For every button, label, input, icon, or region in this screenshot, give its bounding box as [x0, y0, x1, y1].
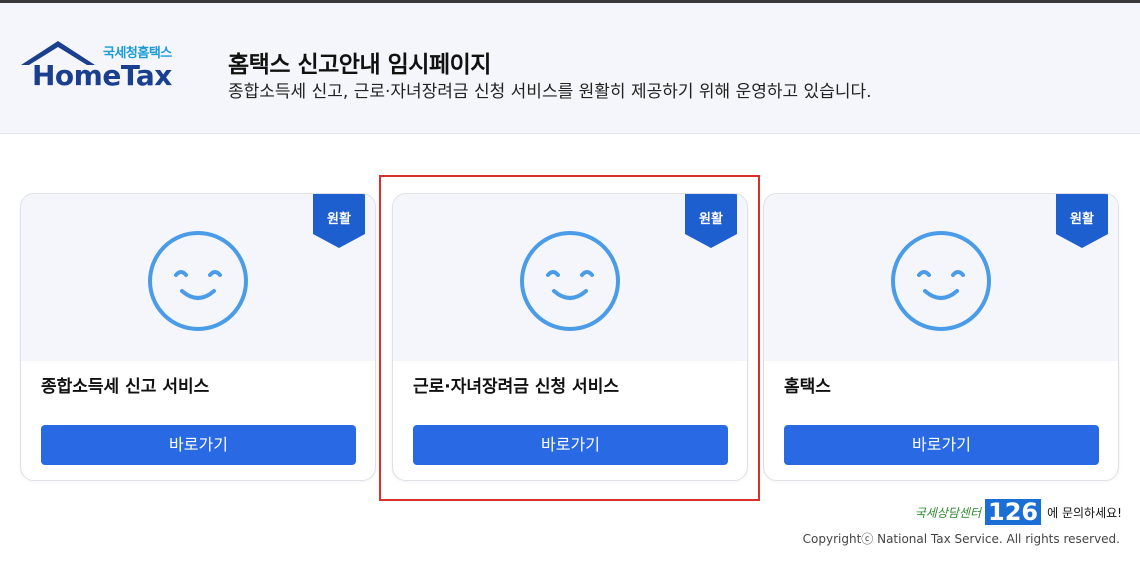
service-card-hometax: 원활 홈택스 바로가기	[763, 193, 1119, 481]
status-badge-label: 원활	[327, 212, 351, 227]
contact-center: 국세상담센터 126 에 문의하세요!	[915, 497, 1122, 527]
go-button-income-tax[interactable]: 바로가기	[41, 425, 356, 465]
contact-suffix: 에 문의하세요!	[1047, 505, 1122, 520]
page-title: 홈택스 신고안내 임시페이지	[228, 52, 491, 78]
card-title: 홈택스	[784, 377, 831, 397]
page-header: 국세청홈택스 HomeTax 홈택스 신고안내 임시페이지 종합소득세 신고, …	[0, 3, 1140, 134]
card-title: 종합소득세 신고 서비스	[41, 377, 210, 397]
service-card-income-tax: 원활 종합소득세 신고 서비스 바로가기	[20, 193, 376, 481]
logo-english-text: HomeTax	[32, 59, 172, 92]
contact-number-text: 126	[985, 499, 1042, 525]
highlight-frame	[379, 175, 760, 501]
page-subtitle: 종합소득세 신고, 근로·자녀장려금 신청 서비스를 원활히 제공하기 위해 운…	[228, 82, 872, 102]
hometax-logo[interactable]: 국세청홈택스 HomeTax	[18, 39, 190, 95]
go-button-hometax[interactable]: 바로가기	[784, 425, 1099, 465]
contact-number: 126	[985, 498, 1042, 526]
smiley-face-icon	[891, 231, 991, 331]
smiley-face-icon	[148, 231, 248, 331]
contact-center-label: 국세상담센터	[914, 505, 982, 520]
status-badge-label: 원활	[1070, 212, 1094, 227]
copyright-text: Copyrightⓒ National Tax Service. All rig…	[802, 532, 1120, 546]
